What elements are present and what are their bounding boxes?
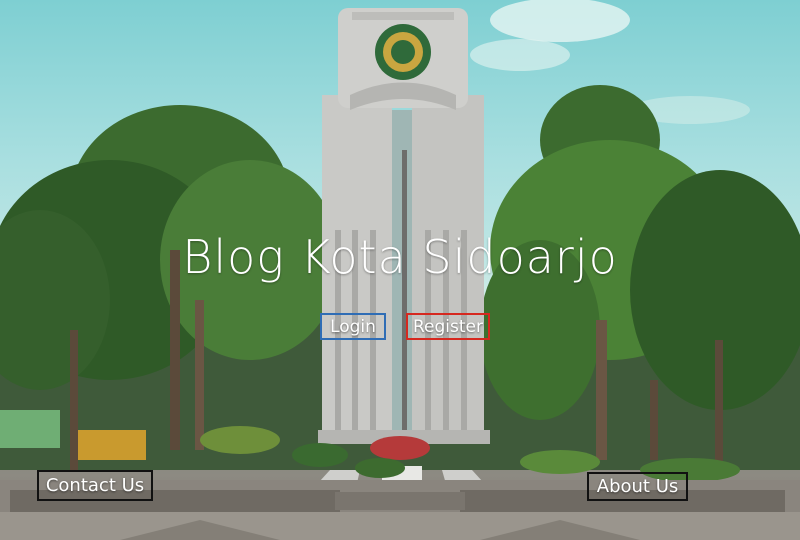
login-button[interactable]: Login (320, 313, 386, 340)
about-us-button[interactable]: About Us (587, 472, 688, 501)
landing-page: Blog Kota Sidoarjo Login Register Contac… (0, 0, 800, 540)
register-button[interactable]: Register (406, 313, 490, 340)
site-title: Blog Kota Sidoarjo (182, 230, 618, 284)
contact-us-button[interactable]: Contact Us (37, 470, 153, 501)
